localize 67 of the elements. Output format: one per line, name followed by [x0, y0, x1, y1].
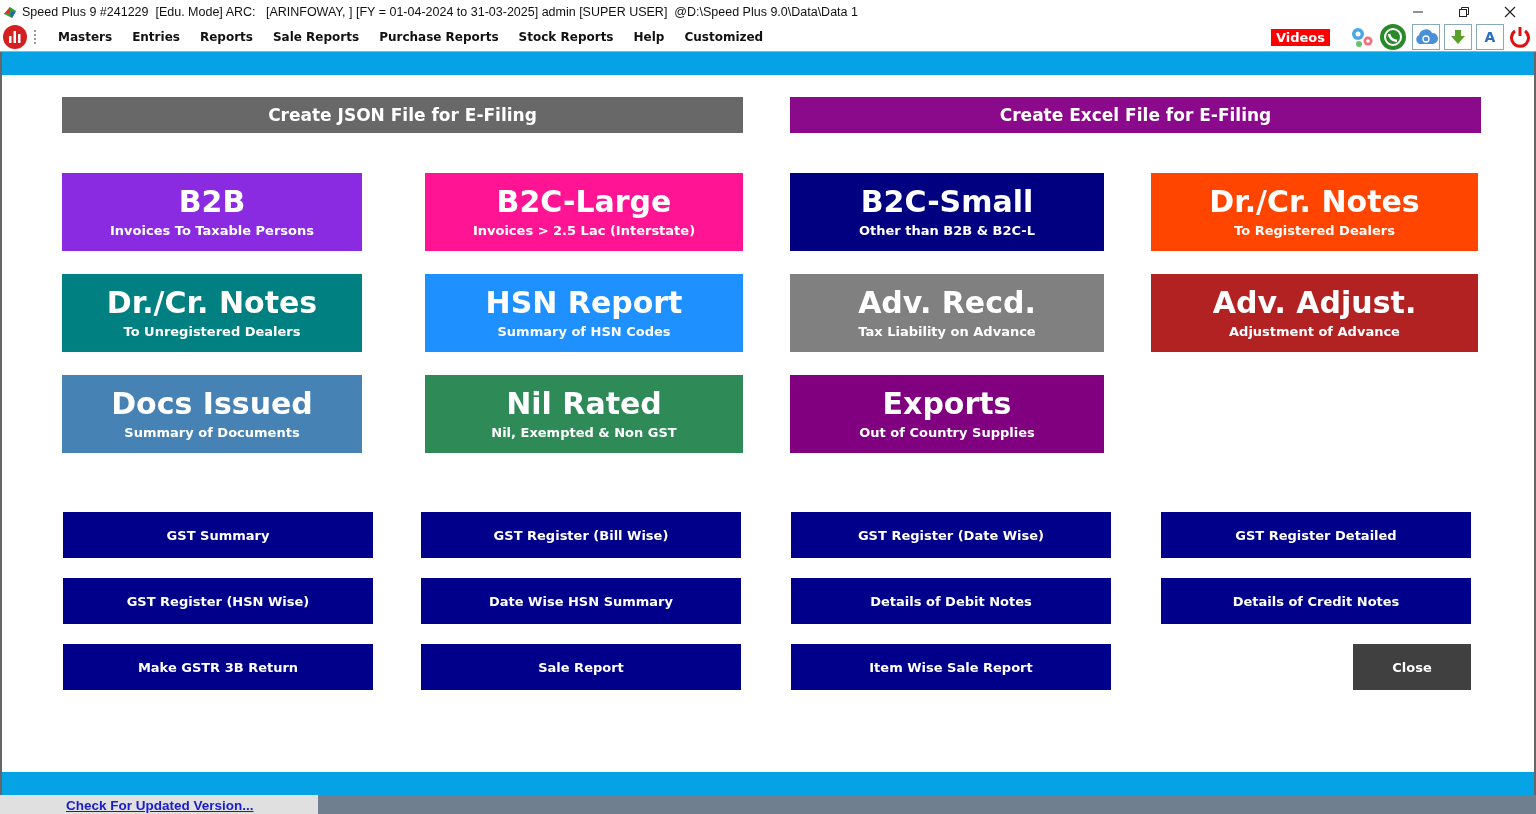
report-button[interactable]: Details of Debit Notes [791, 578, 1111, 624]
menu-item[interactable]: Customized [674, 30, 774, 44]
report-button[interactable]: GST Register Detailed [1161, 512, 1471, 558]
menu-item[interactable]: Masters [48, 30, 123, 44]
font-button[interactable]: A [1476, 24, 1504, 50]
cloud-sync-icon [1414, 28, 1438, 46]
report-button[interactable]: GST Register (Bill Wise) [421, 512, 741, 558]
download-button[interactable] [1444, 24, 1472, 50]
report-tile[interactable]: Nil Rated Nil, Exempted & Non GST [425, 375, 743, 453]
tile-title: Exports [882, 388, 1012, 419]
tile-title: B2C-Small [860, 186, 1034, 217]
report-button[interactable]: GST Register (Date Wise) [791, 512, 1111, 558]
tile-subtitle: Summary of Documents [124, 424, 300, 440]
menu-item[interactable]: Entries [122, 30, 190, 44]
tile-subtitle: Nil, Exempted & Non GST [491, 424, 677, 440]
report-tile[interactable]: Adv. Recd. Tax Liability on Advance [790, 274, 1104, 352]
window-title: Speed Plus 9 #241229 [Edu. Mode] ARC: [ARINFOWAY, ] [FY = 01-04-2024 to 31-03-2025] admin [SUPER USER] @D:\Speed Plus 9.0\Data\Data 1 [22, 4, 858, 19]
report-button[interactable]: GST Register (HSN Wise) [63, 578, 373, 624]
menu-item[interactable]: Sale Reports [262, 30, 370, 44]
report-button[interactable]: Item Wise Sale Report [791, 644, 1111, 690]
report-tile[interactable]: Exports Out of Country Supplies [790, 375, 1104, 453]
download-arrow-icon [1449, 28, 1467, 46]
report-tile[interactable]: Dr./Cr. Notes To Unregistered Dealers [62, 274, 362, 352]
app-chart-icon[interactable] [3, 25, 27, 49]
report-tile[interactable]: B2C-Large Invoices > 2.5 Lac (Interstate) [425, 173, 743, 251]
tile-title: B2C-Large [496, 186, 672, 217]
tile-title: Adv. Recd. [858, 287, 1036, 318]
report-tile[interactable]: Adv. Adjust. Adjustment of Advance [1151, 274, 1478, 352]
report-button[interactable]: GST Summary [63, 512, 373, 558]
tile-title: Docs Issued [111, 388, 313, 419]
tile-title: Nil Rated [506, 388, 662, 419]
report-button[interactable]: Sale Report [421, 644, 741, 690]
phone-chat-icon[interactable] [1378, 23, 1408, 51]
cloud-sync-button[interactable] [1412, 24, 1440, 50]
menu-item[interactable]: Reports [189, 30, 263, 44]
close-icon[interactable] [1504, 5, 1516, 18]
power-icon[interactable] [1508, 25, 1532, 49]
report-button[interactable]: Details of Credit Notes [1161, 578, 1471, 624]
tile-subtitle: Invoices To Taxable Persons [110, 222, 314, 238]
close-button[interactable]: Close [1353, 644, 1471, 690]
tile-subtitle: Summary of HSN Codes [497, 323, 671, 339]
tile-subtitle: To Registered Dealers [1234, 222, 1395, 238]
tile-subtitle: To Unregistered Dealers [123, 323, 301, 339]
tile-subtitle: Adjustment of Advance [1229, 323, 1400, 339]
report-tile[interactable]: Docs Issued Summary of Documents [62, 375, 362, 453]
tile-subtitle: Out of Country Supplies [859, 424, 1035, 440]
videos-button[interactable]: Videos [1270, 28, 1330, 46]
menu-item[interactable]: Help [623, 30, 675, 44]
gears-icon[interactable] [1350, 26, 1374, 48]
efiling-button[interactable]: Create JSON File for E-Filing [62, 97, 743, 133]
tile-subtitle: Other than B2B & B2C-L [859, 222, 1035, 238]
tile-title: Dr./Cr. Notes [1209, 186, 1420, 217]
tile-subtitle: Tax Liability on Advance [858, 323, 1036, 339]
tile-title: Adv. Adjust. [1212, 287, 1417, 318]
menu-item[interactable]: Stock Reports [508, 30, 624, 44]
tile-subtitle: Invoices > 2.5 Lac (Interstate) [472, 222, 696, 238]
report-button[interactable]: Date Wise HSN Summary [421, 578, 741, 624]
report-tile[interactable]: B2B Invoices To Taxable Persons [62, 173, 362, 251]
app-logo-icon [3, 4, 17, 19]
report-tile[interactable]: B2C-Small Other than B2B & B2C-L [790, 173, 1104, 251]
menu-item[interactable]: Purchase Reports [369, 30, 509, 44]
efiling-button[interactable]: Create Excel File for E-Filing [790, 97, 1481, 133]
tile-title: HSN Report [485, 287, 683, 318]
report-button[interactable]: Make GSTR 3B Return [63, 644, 373, 690]
tile-title: B2B [178, 186, 246, 217]
tile-title: Dr./Cr. Notes [106, 287, 318, 318]
restore-icon[interactable] [1458, 5, 1470, 18]
